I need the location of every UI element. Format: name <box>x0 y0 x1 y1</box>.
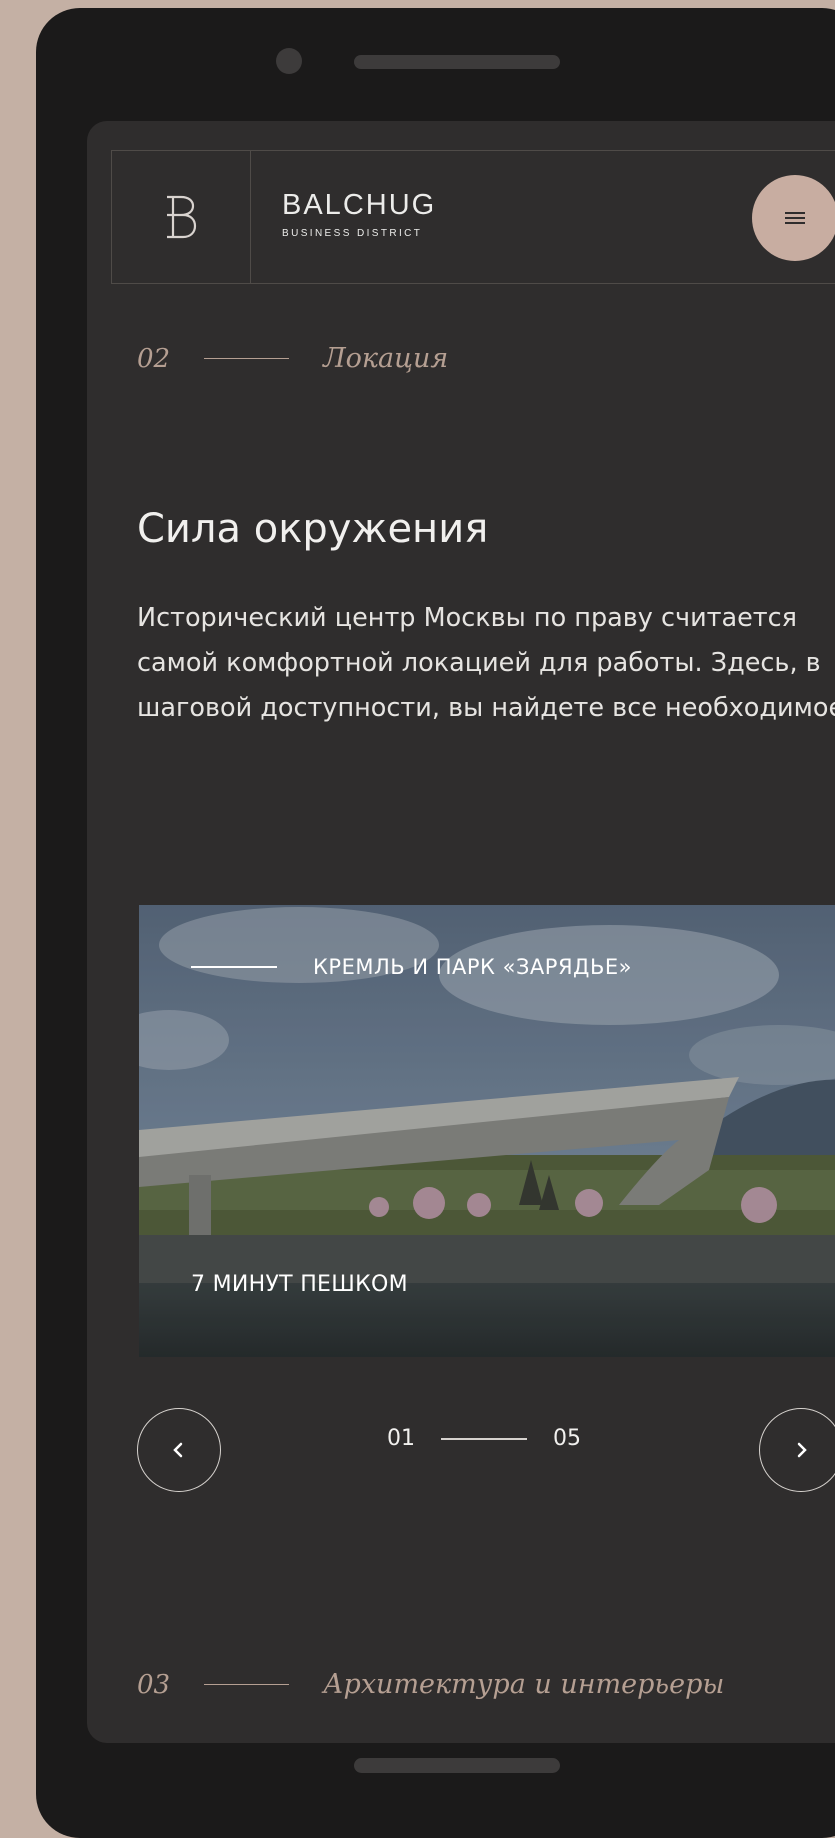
screen: BALCHUG BUSINESS DISTRICT 02 Локация Сил… <box>87 121 835 1743</box>
section-label-current: 02 Локация <box>137 343 448 374</box>
section-label-next: 03 Архитектура и интерьеры <box>137 1669 724 1700</box>
section-divider <box>204 1684 290 1685</box>
page-title: Сила окружения <box>137 506 489 552</box>
next-slide-button[interactable] <box>759 1408 835 1492</box>
speaker-slot <box>354 55 560 69</box>
lead-text: Исторический центр Москвы по праву счита… <box>137 603 835 723</box>
slide-title: КРЕМЛЬ И ПАРК «ЗАРЯДЬЕ» <box>191 955 632 979</box>
menu-button[interactable] <box>752 175 835 261</box>
section-number: 02 <box>137 343 171 374</box>
chevron-right-icon <box>797 1442 807 1458</box>
camera-dot <box>276 48 302 74</box>
chevron-left-icon <box>173 1442 183 1458</box>
brand-name: BALCHUG <box>282 189 437 221</box>
home-indicator <box>354 1758 560 1773</box>
logo-cell[interactable] <box>112 151 251 283</box>
brand-subtitle: BUSINESS DISTRICT <box>282 228 423 239</box>
section-number: 03 <box>137 1669 171 1700</box>
slide-caption: 7 МИНУТ ПЕШКОМ <box>191 1272 408 1297</box>
prev-slide-button[interactable] <box>137 1408 221 1492</box>
slide-title-divider <box>191 966 277 968</box>
phone-frame: BALCHUG BUSINESS DISTRICT 02 Локация Сил… <box>36 8 835 1838</box>
pager-total: 05 <box>553 1426 581 1451</box>
pager-current: 01 <box>387 1426 415 1451</box>
section-title: Локация <box>323 343 449 374</box>
hamburger-icon <box>785 209 805 227</box>
slide-title-text: КРЕМЛЬ И ПАРК «ЗАРЯДЬЕ» <box>313 955 632 979</box>
site-header: BALCHUG BUSINESS DISTRICT <box>111 150 835 284</box>
logo-icon <box>167 195 197 239</box>
slide-pager: 01 05 <box>387 1426 581 1451</box>
section-title: Архитектура и интерьеры <box>323 1669 725 1700</box>
location-slide[interactable]: КРЕМЛЬ И ПАРК «ЗАРЯДЬЕ» 7 МИНУТ ПЕШКОМ <box>139 905 835 1357</box>
section-divider <box>204 358 290 359</box>
pager-divider <box>441 1437 527 1440</box>
brand[interactable]: BALCHUG BUSINESS DISTRICT <box>282 189 436 239</box>
